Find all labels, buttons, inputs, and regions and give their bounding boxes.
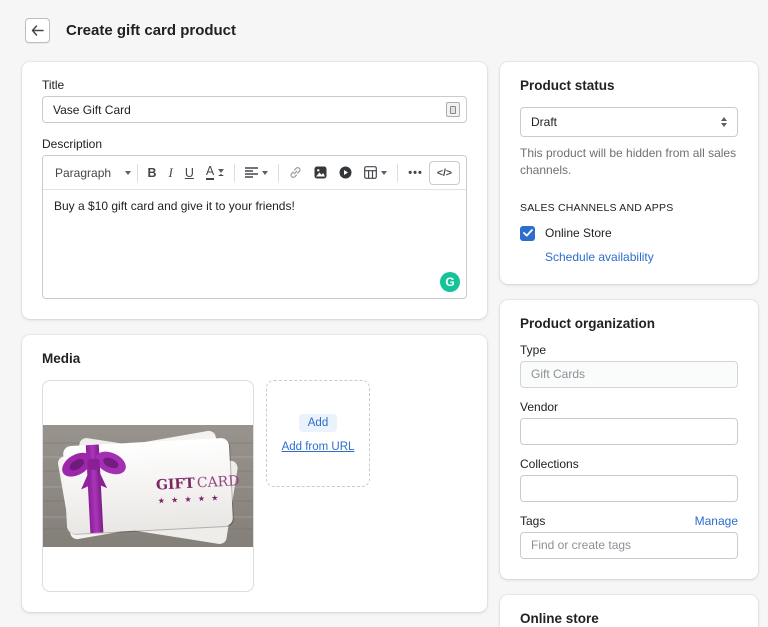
- online-store-card: Online store: [500, 595, 758, 627]
- text-color-button[interactable]: A: [200, 160, 230, 186]
- link-icon: [289, 166, 302, 179]
- align-left-icon: [245, 167, 258, 178]
- vendor-label: Vendor: [520, 400, 738, 414]
- vendor-input[interactable]: [520, 418, 738, 445]
- description-label: Description: [42, 137, 467, 151]
- check-icon: [523, 229, 533, 237]
- sales-channels-caption: SALES CHANNELS AND APPS: [520, 202, 738, 214]
- online-store-checkbox[interactable]: [520, 226, 535, 241]
- toolbar-divider: [278, 164, 279, 182]
- chevron-down-icon: [125, 171, 131, 175]
- bold-button[interactable]: B: [142, 160, 163, 186]
- online-store-heading: Online store: [520, 611, 738, 626]
- table-icon: [364, 166, 377, 179]
- manage-tags-link[interactable]: Manage: [695, 514, 738, 528]
- collections-input[interactable]: [520, 475, 738, 502]
- type-label: Type: [520, 343, 738, 357]
- insert-video-button[interactable]: [333, 160, 358, 186]
- add-from-url-link[interactable]: Add from URL: [282, 441, 355, 453]
- media-card: Media: [22, 335, 487, 612]
- description-text: Buy a $10 gift card and give it to your …: [54, 199, 295, 213]
- product-organization-heading: Product organization: [520, 316, 738, 331]
- browser-extension-icon[interactable]: [446, 102, 460, 117]
- image-icon: [314, 166, 327, 179]
- media-heading: Media: [42, 351, 467, 366]
- tags-label: Tags: [520, 514, 545, 528]
- gift-card-card-word: CARD: [197, 473, 240, 491]
- product-status-heading: Product status: [520, 78, 738, 93]
- editor-toolbar: Paragraph B I U A: [43, 156, 466, 190]
- product-status-card: Product status Draft This product will b…: [500, 62, 758, 284]
- page-header: Create gift card product: [0, 0, 768, 46]
- media-thumbnail[interactable]: GIFT CARD ★ ★ ★ ★ ★: [42, 380, 254, 592]
- show-html-button[interactable]: </>: [429, 161, 460, 185]
- chevron-down-icon: [381, 171, 387, 175]
- page-title: Create gift card product: [66, 22, 236, 39]
- back-button[interactable]: [25, 18, 50, 43]
- chevron-down-icon: [262, 171, 268, 175]
- grammarly-icon[interactable]: G: [440, 272, 460, 292]
- select-updown-icon: [721, 117, 727, 127]
- insert-link-button[interactable]: [283, 160, 308, 186]
- alignment-dropdown[interactable]: [239, 160, 274, 186]
- online-store-label: Online Store: [545, 226, 612, 240]
- tags-input[interactable]: [520, 532, 738, 559]
- underline-button[interactable]: U: [179, 160, 200, 186]
- gift-card-photo: GIFT CARD ★ ★ ★ ★ ★: [43, 425, 253, 547]
- status-selected-value: Draft: [531, 115, 557, 129]
- toolbar-divider: [234, 164, 235, 182]
- title-description-card: Title Description Paragraph B I: [22, 62, 487, 319]
- paragraph-style-dropdown[interactable]: Paragraph: [49, 160, 133, 186]
- description-editor: Paragraph B I U A: [42, 155, 467, 299]
- status-help-text: This product will be hidden from all sal…: [520, 145, 738, 180]
- more-options-button[interactable]: •••: [402, 160, 429, 186]
- title-label: Title: [42, 78, 467, 92]
- video-play-icon: [339, 166, 352, 179]
- chevron-down-icon: [218, 169, 224, 176]
- product-organization-card: Product organization Type Vendor Collect…: [500, 300, 758, 579]
- media-upload-dropzone[interactable]: Add Add from URL: [266, 380, 370, 487]
- insert-table-dropdown[interactable]: [358, 160, 393, 186]
- schedule-availability-link[interactable]: Schedule availability: [545, 250, 654, 264]
- description-textarea[interactable]: Buy a $10 gift card and give it to your …: [43, 190, 466, 298]
- arrow-left-icon: [31, 25, 44, 36]
- add-media-button[interactable]: Add: [299, 414, 337, 432]
- toolbar-divider: [397, 164, 398, 182]
- status-select[interactable]: Draft: [520, 107, 738, 137]
- gift-card-gift-word: GIFT: [156, 476, 196, 494]
- title-input[interactable]: [42, 96, 467, 123]
- collections-label: Collections: [520, 457, 738, 471]
- insert-image-button[interactable]: [308, 160, 333, 186]
- toolbar-divider: [137, 164, 138, 182]
- italic-button[interactable]: I: [163, 160, 179, 186]
- type-input: [520, 361, 738, 388]
